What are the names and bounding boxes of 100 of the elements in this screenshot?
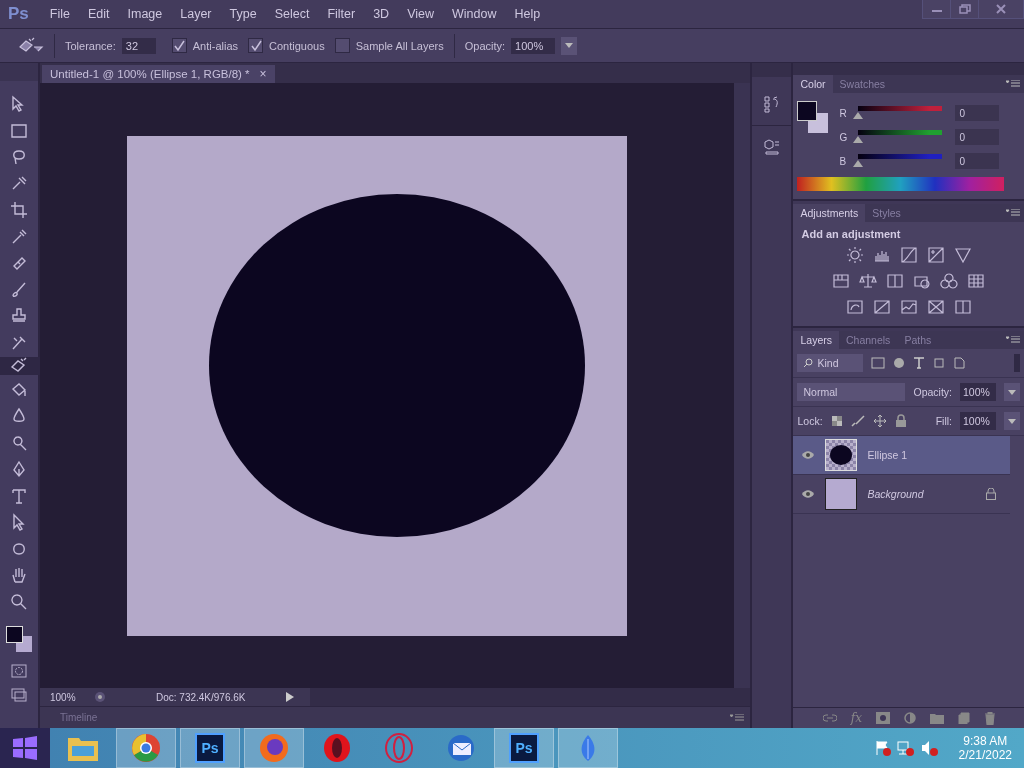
checkbox-label: Sample All Layers [355,39,444,52]
exposure-icon[interactable] [926,246,945,264]
panel-menu-icon[interactable] [1006,209,1020,217]
channel-label: R [839,107,848,119]
lock-icon[interactable] [894,414,907,428]
grid-icon[interactable] [967,272,986,290]
bars-icon[interactable] [832,272,851,290]
dropdown-button[interactable] [561,36,578,55]
checker-lock-icon[interactable] [830,415,843,427]
trash-icon[interactable] [984,711,996,725]
envelope-icon [446,733,476,763]
menu-item[interactable]: Help [505,7,550,21]
filter-toggle[interactable] [1014,354,1020,372]
layer-thumbnail [825,439,858,471]
opacity-field[interactable]: 100% [511,37,556,54]
cross-icon[interactable] [926,298,945,316]
dropdown-button[interactable] [1004,412,1020,430]
taskbar-button[interactable]: Ps [494,728,554,768]
taskbar-app[interactable] [116,728,176,768]
menu-item[interactable]: 3D [364,7,399,21]
mask-icon[interactable] [876,712,890,724]
horizontal-scrollbar[interactable] [310,688,751,706]
document-filter-icon[interactable] [953,357,966,369]
panel-tab[interactable]: Layers [793,331,839,349]
document-title: Untitled-1 @ 100% (Ellipse 1, RGB/8) * [50,68,250,80]
opacity-label: Opacity: [913,386,952,398]
cube-icon[interactable] [762,138,781,156]
filter-dropdown[interactable]: Kind [797,354,864,372]
scales-icon[interactable] [859,272,878,290]
network-icon[interactable] [896,740,915,756]
document-tab[interactable]: Untitled-1 @ 100% (Ellipse 1, RGB/8) * × [42,65,275,83]
eye-icon[interactable] [801,450,816,460]
new-layer-icon[interactable] [958,712,970,724]
sun-icon[interactable] [845,246,864,264]
wave-icon[interactable] [899,298,918,316]
taskbar-button[interactable]: Ps [180,728,240,768]
layer-row[interactable]: Background [793,475,1010,514]
close-button[interactable] [979,0,1023,18]
circles-icon[interactable] [940,272,959,290]
menu-item[interactable]: Window [443,7,506,21]
info-icon[interactable] [94,691,106,703]
folder-icon[interactable] [930,712,944,724]
panel-menu-icon[interactable] [730,713,745,722]
menu-item[interactable]: Filter [318,7,365,21]
menu-item[interactable]: Layer [171,7,221,21]
opacity-field[interactable]: 100% [960,383,996,401]
app-logo[interactable]: Ps [0,4,41,24]
channel-value-field[interactable]: 0 [955,153,1000,169]
image-filter-icon[interactable] [871,357,886,369]
triangle-icon[interactable] [953,246,972,264]
menu-item[interactable]: Type [220,7,266,21]
color-spectrum[interactable] [797,177,1004,191]
checkbox[interactable] [171,38,187,53]
panel-menu-icon[interactable] [1006,336,1020,344]
brush-lock-icon[interactable] [850,415,865,427]
menu-item[interactable]: Image [118,7,172,21]
checkbox[interactable] [334,38,350,53]
diagonal-icon[interactable] [872,298,891,316]
speaker-icon[interactable] [920,740,939,756]
curve-icon[interactable] [899,246,918,264]
circle-filter-icon[interactable] [893,357,906,369]
menu-item[interactable]: File [40,7,79,21]
start-button[interactable] [0,728,50,768]
panel-menu-icon[interactable] [1006,80,1020,88]
transform-filter-icon[interactable] [933,357,946,369]
layer-row[interactable]: Ellipse 1 [793,436,1010,475]
type-filter-icon[interactable] [913,357,926,369]
magic-eraser-icon[interactable] [0,357,40,375]
eye-icon[interactable] [801,489,816,499]
ring-icon [384,733,414,763]
blend-mode-dropdown[interactable]: Normal [797,383,906,401]
link-icon[interactable] [822,714,837,722]
panel-tab[interactable]: Color [793,75,833,93]
color-swatches-icon[interactable] [4,624,34,654]
fill-field[interactable]: 100% [960,412,996,430]
menu-item[interactable]: Edit [78,7,119,21]
move-lock-icon[interactable] [872,414,887,428]
swirl-icon[interactable] [845,298,864,316]
history-icon[interactable] [762,95,781,113]
panel-tab[interactable]: Adjustments [793,204,866,222]
dropdown-button[interactable] [1004,383,1020,401]
play-icon[interactable] [286,692,294,702]
quick-mask-icon[interactable] [11,664,27,678]
caret-icon [565,43,574,48]
menu-item[interactable]: View [398,7,444,21]
menu-item[interactable]: Select [265,7,319,21]
flag-icon[interactable] [874,740,891,756]
close-tab-button[interactable]: × [259,67,267,81]
taskbar-app[interactable] [244,728,304,768]
adjustment-layer-icon[interactable] [904,712,916,724]
gradient-icon[interactable] [953,298,972,316]
channel-value-field[interactable]: 0 [955,105,1000,121]
checkbox[interactable] [248,38,263,53]
minimize-button[interactable] [923,0,951,18]
vertical-scrollbar[interactable] [734,83,751,688]
tolerance-field[interactable]: 32 [121,37,156,54]
channel-label: G [839,131,849,143]
restore-button[interactable] [951,0,979,18]
channel-value-field[interactable]: 0 [955,129,1000,145]
screen-mode-icon[interactable] [11,688,27,702]
